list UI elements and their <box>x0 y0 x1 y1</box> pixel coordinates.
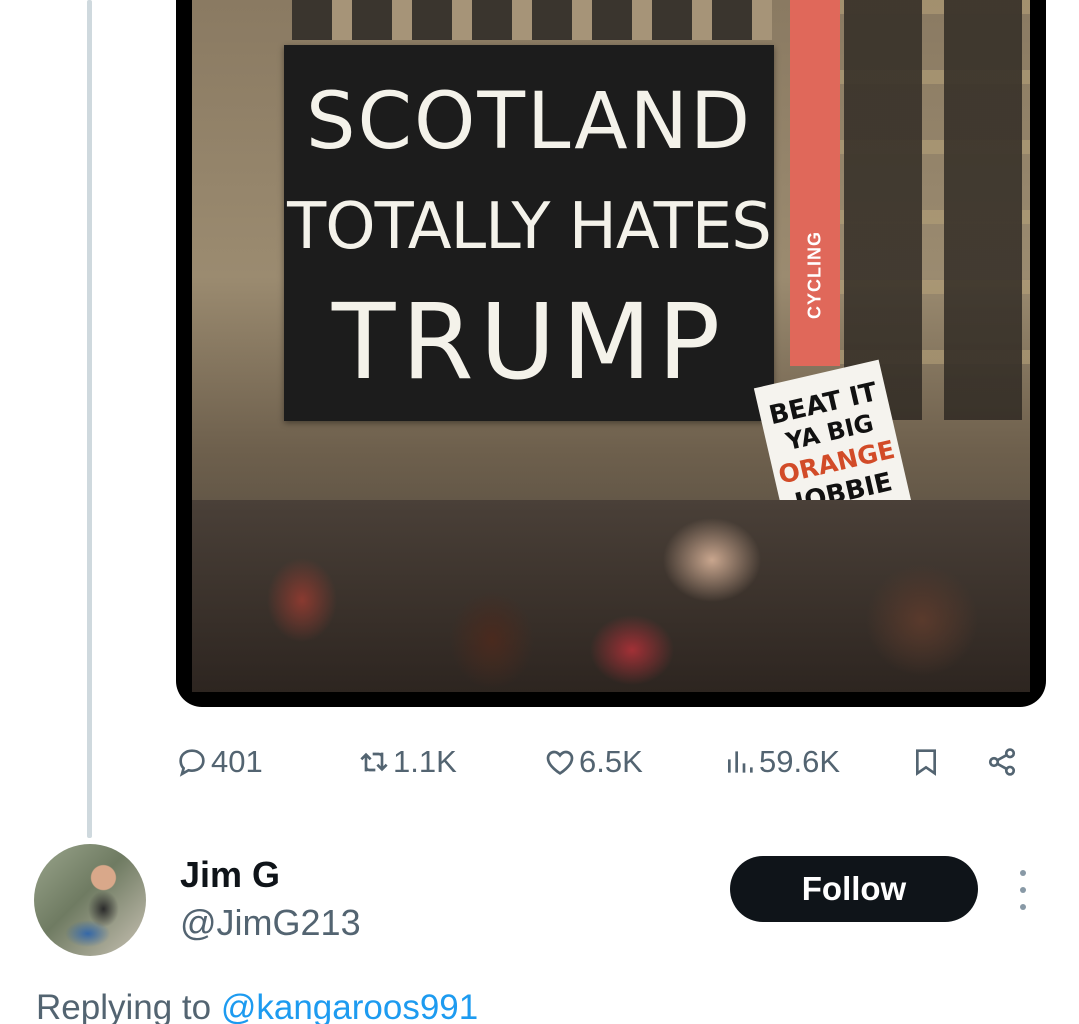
like-button[interactable]: 6.5K <box>544 738 643 786</box>
building-windows-top <box>292 0 772 40</box>
author-handle[interactable]: @JimG213 <box>180 902 361 944</box>
like-count: 6.5K <box>579 744 643 779</box>
sign-line-1: SCOTLAND <box>305 77 753 167</box>
reply-author-row: Jim G @JimG213 Follow <box>0 840 1079 960</box>
thread-connector-line <box>87 0 92 838</box>
sign-line-2: TOTALLY HATES <box>287 190 772 264</box>
bookmark-button[interactable] <box>910 738 942 786</box>
tweet-media[interactable]: CYCLING SCOTLAND TOTALLY HATES TRUMP BEA… <box>176 0 1046 707</box>
more-icon[interactable] <box>1012 870 1034 910</box>
protest-photo: CYCLING SCOTLAND TOTALLY HATES TRUMP BEA… <box>192 0 1030 692</box>
avatar[interactable] <box>34 844 146 956</box>
author-name[interactable]: Jim G <box>180 854 280 896</box>
crowd <box>192 500 1030 692</box>
sign-line-3: TRUMP <box>331 281 727 403</box>
more-dot <box>1020 870 1026 876</box>
reply-icon <box>179 749 205 777</box>
building-windows-right <box>832 0 1030 420</box>
reply-button[interactable]: 401 <box>176 738 263 786</box>
retweet-count: 1.1K <box>393 744 457 779</box>
banner-text: CYCLING <box>804 231 825 319</box>
more-dot <box>1020 904 1026 910</box>
retweet-icon <box>360 752 388 772</box>
views-button[interactable]: 59.6K <box>724 738 840 786</box>
replying-to-mention[interactable]: @kangaroos991 <box>221 988 478 1024</box>
retweet-button[interactable]: 1.1K <box>358 738 457 786</box>
follow-button[interactable]: Follow <box>730 856 978 922</box>
views-count: 59.6K <box>759 744 841 779</box>
replying-to-line: Replying to @kangaroos991 <box>36 988 478 1024</box>
more-dot <box>1020 887 1026 893</box>
like-icon <box>546 750 574 775</box>
share-button[interactable] <box>986 738 1018 786</box>
replying-to-prefix: Replying to <box>36 988 212 1024</box>
protest-sign: SCOTLAND TOTALLY HATES TRUMP <box>284 45 774 421</box>
reply-count: 401 <box>211 744 263 779</box>
tweet-action-bar: 401 1.1K 6.5K 59.6K <box>176 738 1036 786</box>
bookmark-icon <box>916 749 936 776</box>
share-icon <box>988 748 1016 776</box>
views-icon <box>728 751 753 773</box>
